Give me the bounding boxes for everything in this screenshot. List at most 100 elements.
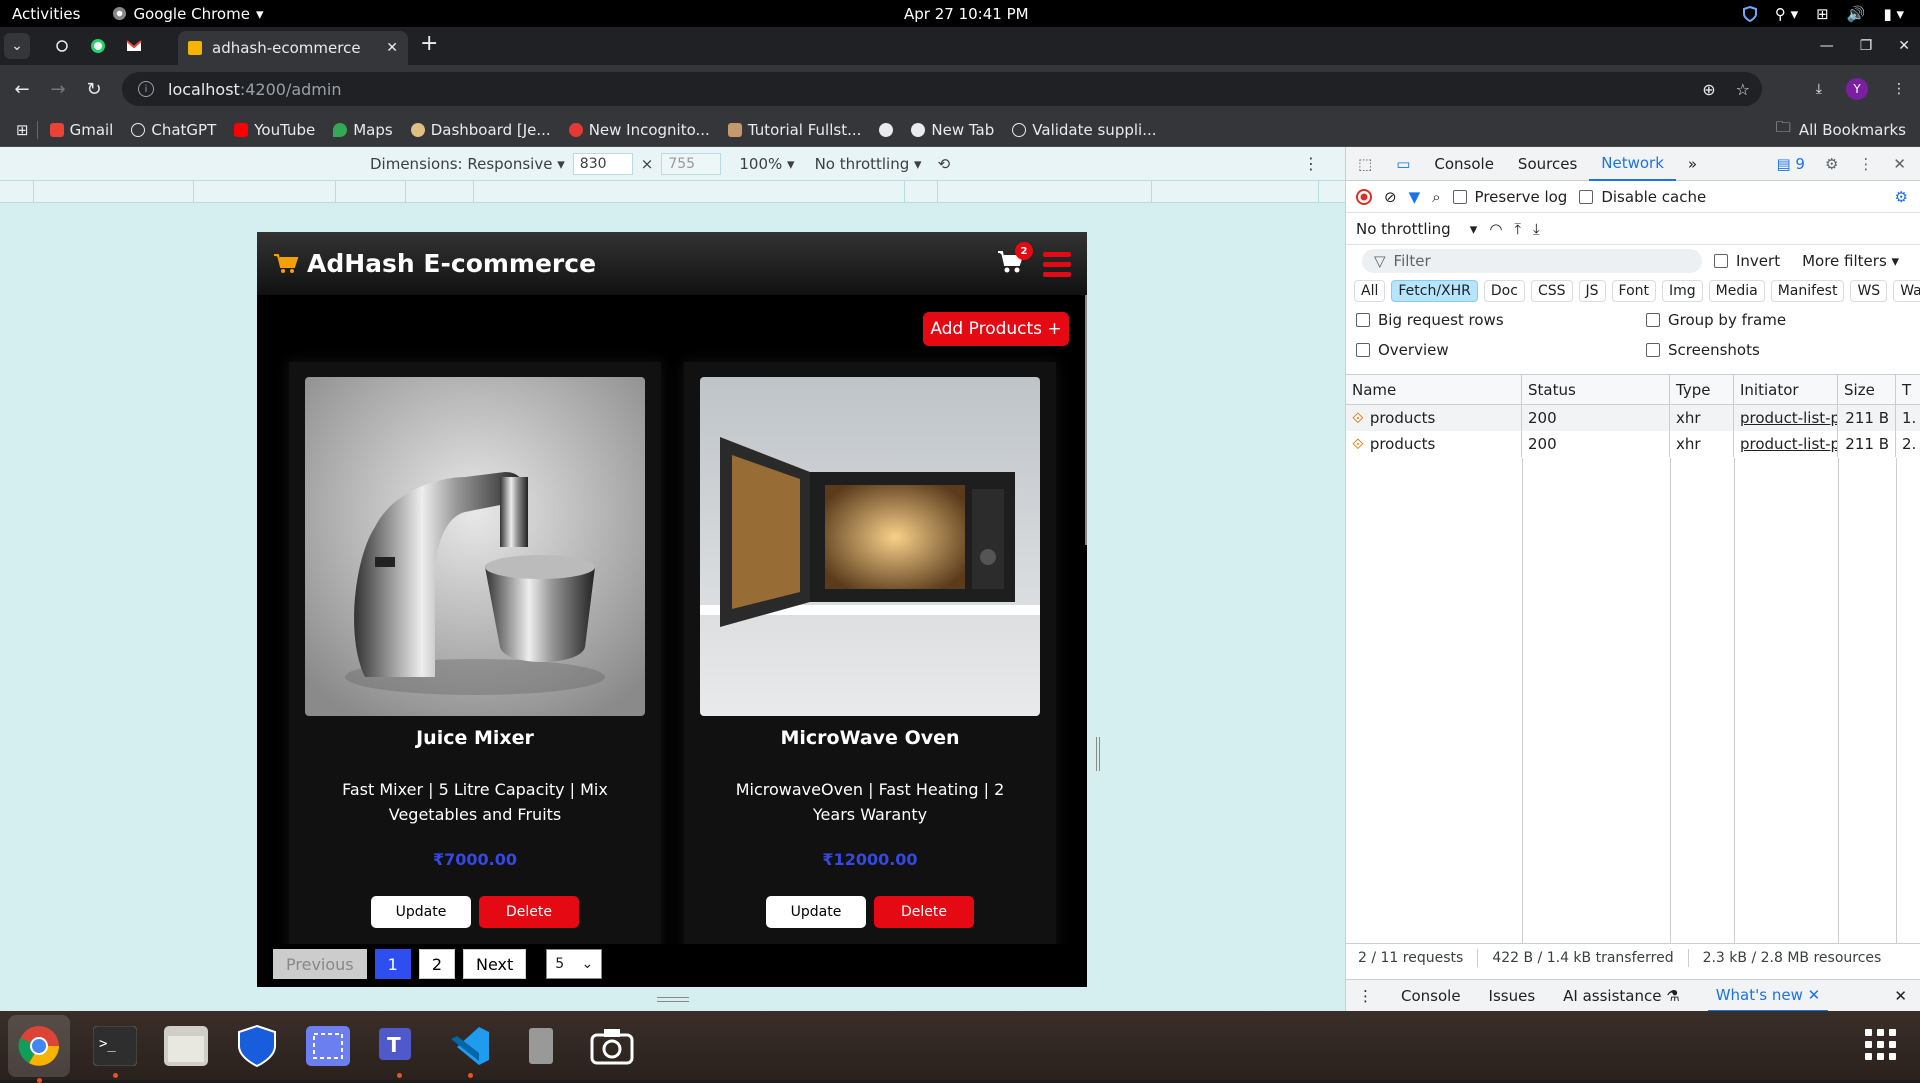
close-icon[interactable]: ✕ (1808, 986, 1821, 1004)
chip-ws[interactable]: WS (1850, 280, 1888, 302)
column-header-time[interactable]: T (1896, 375, 1920, 404)
battery-icon[interactable]: ▮ ▾ (1883, 5, 1904, 23)
chip-wasm[interactable]: Wasm (1893, 280, 1920, 302)
bookmark-new-tab[interactable]: New Tab (911, 121, 994, 139)
close-tab-icon[interactable]: ✕ (386, 40, 398, 56)
close-window-button[interactable]: ✕ (1898, 38, 1910, 54)
overview-checkbox[interactable]: Overview (1356, 341, 1646, 359)
bookmark-globe[interactable] (879, 122, 894, 137)
clock[interactable]: Apr 27 10:41 PM (904, 5, 1029, 23)
download-icon[interactable]: ⤓ (1816, 81, 1822, 97)
app-menu[interactable]: Google Chrome ▾ (112, 5, 263, 23)
next-page-button[interactable]: Next (463, 949, 527, 979)
tab-search-button[interactable]: ⌄ (4, 33, 30, 59)
tab-sources[interactable]: Sources (1506, 147, 1589, 181)
inspect-element-icon[interactable]: ⬚ (1346, 147, 1384, 181)
close-devtools-icon[interactable]: ✕ (1893, 155, 1906, 173)
site-info-icon[interactable]: i (138, 81, 154, 97)
bookmark-chatgpt[interactable]: ChatGPT (131, 121, 216, 139)
update-button[interactable]: Update (766, 896, 866, 928)
bookmark-new-incognito[interactable]: New Incognito... (568, 121, 710, 139)
more-tabs-icon[interactable]: » (1676, 147, 1709, 181)
bookmark-validate[interactable]: Validate suppli... (1012, 121, 1157, 139)
chip-doc[interactable]: Doc (1483, 280, 1525, 302)
show-apps-grid-icon[interactable] (1865, 1029, 1896, 1060)
tab-adhash-ecommerce[interactable]: adhash-ecommerce ✕ (178, 31, 408, 65)
dimensions-select[interactable]: Dimensions: Responsive ▾ (370, 155, 565, 173)
system-tray[interactable]: ⚲ ▾ ⊞ 🔊 ▮ ▾ (1742, 5, 1904, 23)
throttling-select[interactable]: No throttling ▾ (1356, 220, 1477, 238)
drawer-tab-console[interactable]: Console (1401, 987, 1461, 1005)
network-settings-icon[interactable]: ⚙ (1895, 188, 1908, 206)
profile-avatar[interactable]: Y (1846, 78, 1868, 100)
page-1-button[interactable]: 1 (374, 949, 411, 979)
dock-camera[interactable] (586, 1020, 638, 1072)
device-toggle-icon[interactable]: ▭ (1384, 147, 1422, 181)
width-input[interactable]: 830 (572, 152, 633, 175)
page-2-button[interactable]: 2 (418, 949, 455, 979)
zoom-icon[interactable]: ⊕ (1702, 80, 1715, 99)
wifi-icon[interactable]: ◠ (1489, 220, 1502, 238)
brand[interactable]: AdHash E-commerce (273, 249, 596, 278)
group-by-frame-checkbox[interactable]: Group by frame (1646, 311, 1786, 329)
chip-img[interactable]: Img (1662, 280, 1703, 302)
page-size-select[interactable]: 5 ⌄ (546, 949, 603, 979)
height-input[interactable]: 755 (661, 152, 722, 175)
viewport-resize-handle-bottom[interactable] (657, 997, 689, 1002)
all-bookmarks[interactable]: 🗀 All Bookmarks (1776, 117, 1906, 142)
chip-fetch-xhr[interactable]: Fetch/XHR (1391, 280, 1478, 302)
dock-usb-drive[interactable] (515, 1020, 567, 1072)
record-stop-icon[interactable] (1356, 188, 1372, 205)
delete-button[interactable]: Delete (874, 896, 974, 928)
drawer-tab-ai-assistance[interactable]: AI assistance ⚗ (1563, 987, 1680, 1005)
hamburger-menu-icon[interactable] (1043, 252, 1071, 277)
network-icon[interactable]: ⊞ (1816, 5, 1829, 23)
preserve-log-checkbox[interactable]: Preserve log (1452, 188, 1567, 206)
disable-cache-checkbox[interactable]: Disable cache (1579, 188, 1706, 206)
devtools-menu-icon[interactable]: ⋮ (1858, 155, 1873, 173)
new-tab-button[interactable]: + (420, 31, 438, 56)
dock-screenshot-tool[interactable] (302, 1020, 354, 1072)
apps-grid-icon[interactable]: ⊞ (16, 121, 29, 139)
bookmark-dashboard[interactable]: Dashboard [Je... (410, 121, 551, 139)
table-row[interactable]: ⟐products 200 xhr product-list-pa 211 B … (1346, 431, 1920, 457)
dock-vscode[interactable] (444, 1020, 496, 1078)
bookmark-youtube[interactable]: YouTube (234, 121, 315, 139)
dock-chrome[interactable] (8, 1014, 70, 1083)
issues-counter[interactable]: ▤ 9 (1776, 155, 1805, 173)
column-header-size[interactable]: Size (1838, 375, 1896, 404)
chip-all[interactable]: All (1354, 280, 1386, 302)
maximize-button[interactable]: ❐ (1860, 38, 1873, 54)
chip-css[interactable]: CSS (1530, 280, 1573, 302)
download-har-icon[interactable]: ⤓ (1533, 220, 1540, 238)
chip-font[interactable]: Font (1611, 280, 1656, 302)
column-header-type[interactable]: Type (1670, 375, 1734, 404)
dock-files[interactable] (160, 1020, 212, 1072)
big-request-rows-checkbox[interactable]: Big request rows (1356, 311, 1646, 329)
viewport-resize-handle[interactable] (1096, 737, 1100, 771)
column-header-status[interactable]: Status (1522, 375, 1670, 404)
minimize-button[interactable]: — (1820, 38, 1834, 54)
update-button[interactable]: Update (371, 896, 471, 928)
pinned-tab-openai[interactable] (44, 31, 80, 61)
chip-manifest[interactable]: Manifest (1770, 280, 1845, 302)
settings-gear-icon[interactable]: ⚙ (1825, 155, 1838, 173)
back-button[interactable]: ← (4, 79, 40, 100)
device-toolbar-more-icon[interactable]: ⋮ (1303, 154, 1319, 173)
dock-bitwarden[interactable] (231, 1020, 283, 1072)
upload-icon[interactable]: ⤒ (1514, 220, 1521, 238)
bookmark-tutorial[interactable]: Tutorial Fullst... (727, 121, 861, 139)
tab-network[interactable]: Network (1589, 147, 1676, 181)
activities-button[interactable]: Activities (12, 5, 80, 23)
initiator-link[interactable]: product-list-pa (1734, 405, 1838, 431)
reload-button[interactable]: ↻ (76, 79, 112, 100)
clear-icon[interactable]: ⊘ (1384, 188, 1397, 206)
column-header-name[interactable]: Name (1346, 375, 1522, 404)
forward-button[interactable]: → (40, 79, 76, 100)
invert-checkbox[interactable]: Invert (1714, 252, 1780, 270)
initiator-link[interactable]: product-list-pa (1734, 431, 1838, 457)
drawer-tab-whats-new[interactable]: What's new ✕ (1707, 980, 1829, 1012)
volume-icon[interactable]: 🔊 (1847, 5, 1866, 23)
chip-media[interactable]: Media (1708, 280, 1765, 302)
shield-icon[interactable] (1742, 5, 1757, 22)
